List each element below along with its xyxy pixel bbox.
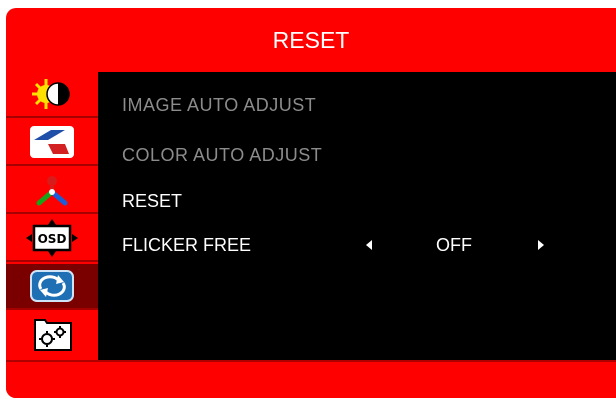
menu-footer <box>6 360 616 398</box>
menu-panel: OSD IMAGE AUTO ADJUST COLOR AUTO ADJUST … <box>6 72 616 360</box>
osd-icon-label: OSD <box>38 232 67 246</box>
brightness-contrast-icon <box>32 79 70 109</box>
menu-item-image-auto-adjust[interactable]: IMAGE AUTO ADJUST <box>122 90 316 120</box>
menu-item-color-auto-adjust[interactable]: COLOR AUTO ADJUST <box>122 140 322 170</box>
osd-menu-window: RESET OSD IMAGE AUTO ADJUST COLOR AUTO A… <box>6 8 616 398</box>
decrease-arrow-icon[interactable] <box>366 240 372 250</box>
menu-item-label: COLOR AUTO ADJUST <box>122 144 323 165</box>
menu-item-reset[interactable]: RESET <box>122 186 182 216</box>
menu-item-flicker-free[interactable]: FLICKER FREE <box>122 230 251 260</box>
gear-icon <box>34 319 72 351</box>
menu-item-label: FLICKER FREE <box>122 234 252 255</box>
menu-item-label: RESET <box>122 190 183 211</box>
image-settings-icon <box>30 126 74 158</box>
menu-content: IMAGE AUTO ADJUST COLOR AUTO ADJUST RESE… <box>98 72 616 360</box>
color-settings-icon <box>36 176 68 206</box>
increase-arrow-icon[interactable] <box>538 240 544 250</box>
sidebar-item-brightness[interactable] <box>6 72 98 116</box>
sidebar: OSD <box>6 72 98 360</box>
menu-title: RESET <box>272 26 350 53</box>
sidebar-item-image[interactable] <box>6 120 98 164</box>
flicker-free-value: OFF <box>436 234 472 255</box>
menu-item-label: IMAGE AUTO ADJUST <box>122 94 317 115</box>
sidebar-item-osd[interactable]: OSD <box>6 216 98 260</box>
reset-icon <box>30 270 74 302</box>
sidebar-item-settings[interactable] <box>6 312 98 356</box>
sidebar-item-color[interactable] <box>6 168 98 212</box>
footer-divider <box>6 360 616 362</box>
sidebar-item-reset[interactable] <box>6 264 98 308</box>
osd-icon: OSD <box>26 219 78 257</box>
